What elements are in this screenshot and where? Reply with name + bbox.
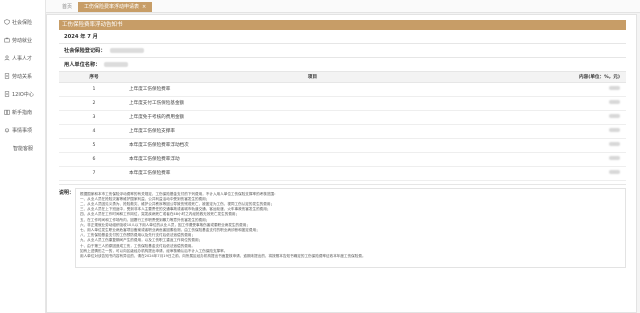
cell-amount: [496, 96, 626, 111]
cell-item: 上年度支付工伤保险基金额: [129, 96, 496, 111]
close-icon[interactable]: ×: [142, 2, 146, 12]
sidebar-item-label: 事情事项: [12, 127, 33, 134]
cell-no: 5: [59, 138, 129, 153]
table-row: 3 上年度免于考核的费用金额: [59, 110, 626, 125]
amount-redacted: [609, 86, 620, 90]
bell-icon: [4, 127, 10, 133]
registration-code-label: 社会保险登记码：: [64, 47, 106, 54]
sidebar-item-social-insurance[interactable]: 社会保险: [0, 13, 45, 31]
unit-name-row: 用人单位名称：: [59, 58, 626, 72]
sidebar-item-service-center[interactable]: 12IO中心: [0, 85, 45, 103]
sidebar-item-label: 社会保险: [12, 19, 33, 26]
main-panel: 工伤保险费率浮动告知书 2024 年 7 月 社会保险登记码： 用人单位名称： …: [46, 14, 637, 313]
sidebar-item-label: 人事人才: [12, 55, 33, 62]
sidebar-item-label: 劳动就业: [12, 37, 33, 44]
amount-redacted: [609, 128, 620, 132]
document-icon: [4, 73, 10, 79]
cell-item: 上年度免于考核的费用金额: [129, 110, 496, 125]
registration-code-row: 社会保险登记码：: [59, 44, 626, 58]
amount-redacted: [609, 156, 620, 160]
tab-label: 工伤保险费率浮动申请表: [84, 4, 140, 10]
person-icon: [4, 55, 10, 61]
app-window: 社会保险 劳动就业 人事人才 劳动关系 12IO中心 新手指南 事情事项 智能客…: [0, 0, 640, 313]
notice-date: 2024 年 7 月: [59, 30, 626, 44]
col-header-item: 项目: [129, 72, 496, 83]
cell-item: 上年度工伤保险费率: [129, 82, 496, 97]
table-row: 7 本年度工伤保险费率: [59, 166, 626, 181]
sidebar-item-smart-service[interactable]: 智能客服: [0, 139, 45, 157]
sidebar-item-label: 智能客服: [13, 145, 34, 152]
cell-item: 本年度工伤保险费率: [129, 166, 496, 181]
sidebar-item-labor-relations[interactable]: 劳动关系: [0, 67, 45, 85]
table-row: 1 上年度工伤保险费率: [59, 82, 626, 97]
panel-title: 工伤保险费率浮动告知书: [59, 20, 626, 30]
sidebar-item-matters[interactable]: 事情事项: [0, 121, 45, 139]
cell-no: 4: [59, 124, 129, 139]
cell-amount: [496, 152, 626, 167]
cell-no: 2: [59, 96, 129, 111]
table-header-row: 序号 项目 内容(单位：%，元): [59, 72, 626, 83]
cell-amount: [496, 110, 626, 125]
rate-table: 序号 项目 内容(单位：%，元) 1 上年度工伤保险费率 2 上年度支付工伤保险…: [59, 72, 626, 181]
sidebar-item-label: 劳动关系: [12, 73, 33, 80]
note-line: 用人单位对该告知书内容有异议的，请在2024年7月19日之前，向所属区经办机构提…: [80, 253, 366, 258]
sidebar-item-label: 新手指南: [12, 109, 33, 116]
amount-redacted: [609, 114, 620, 118]
amount-redacted: [609, 100, 620, 104]
cell-no: 6: [59, 152, 129, 167]
cell-item: 上年度工伤保险支撑率: [129, 124, 496, 139]
registration-code-value-redacted: [109, 48, 144, 53]
cell-amount: [496, 138, 626, 153]
cell-no: 7: [59, 166, 129, 181]
cell-amount: [496, 124, 626, 139]
shield-icon: [4, 19, 10, 25]
tab-bar: 首页 工伤保险费率浮动申请表 ×: [46, 0, 640, 13]
amount-redacted: [609, 142, 620, 146]
notice-date-text: 2024 年 7 月: [64, 33, 98, 40]
briefcase-icon: [4, 37, 10, 43]
note-body: 根据国家和本市工伤保险浮动费率的有关规定，工伤保险基金支付的下列费用，不计入用人…: [75, 187, 626, 268]
sidebar: 社会保险 劳动就业 人事人才 劳动关系 12IO中心 新手指南 事情事项 智能客…: [0, 0, 46, 313]
table-row: 6 本年度工伤保险费率浮动: [59, 152, 626, 167]
unit-name-label: 用人单位名称：: [64, 61, 101, 68]
sidebar-item-guide[interactable]: 新手指南: [0, 103, 45, 121]
sidebar-logo-area: [0, 0, 45, 13]
cell-amount: [496, 82, 626, 97]
cell-no: 1: [59, 82, 129, 97]
book-icon: [4, 109, 10, 115]
note-section: 说明： 根据国家和本市工伤保险浮动费率的有关规定，工伤保险基金支付的下列费用，不…: [59, 183, 626, 268]
table-row: 4 上年度工伤保险支撑率: [59, 124, 626, 139]
cell-item: 本年度工伤保险费率浮动: [129, 152, 496, 167]
tab-active[interactable]: 工伤保险费率浮动申请表 ×: [78, 2, 153, 12]
document-icon: [4, 91, 10, 97]
amount-redacted: [609, 170, 620, 174]
sidebar-item-label: 12IO中心: [12, 91, 34, 98]
sidebar-item-personnel[interactable]: 人事人才: [0, 49, 45, 67]
table-row: 2 上年度支付工伤保险基金额: [59, 96, 626, 111]
cell-no: 3: [59, 110, 129, 125]
col-header-amount: 内容(单位：%，元): [496, 72, 626, 83]
unit-name-value-redacted: [104, 62, 129, 67]
table-row: 5 本年度工伤保险费率浮动档次: [59, 138, 626, 153]
sidebar-item-employment[interactable]: 劳动就业: [0, 31, 45, 49]
note-label: 说明：: [59, 189, 75, 196]
cell-item: 本年度工伤保险费率浮动档次: [129, 138, 496, 153]
col-header-no: 序号: [59, 72, 129, 83]
cell-amount: [496, 166, 626, 181]
tab-home[interactable]: 首页: [56, 2, 78, 12]
